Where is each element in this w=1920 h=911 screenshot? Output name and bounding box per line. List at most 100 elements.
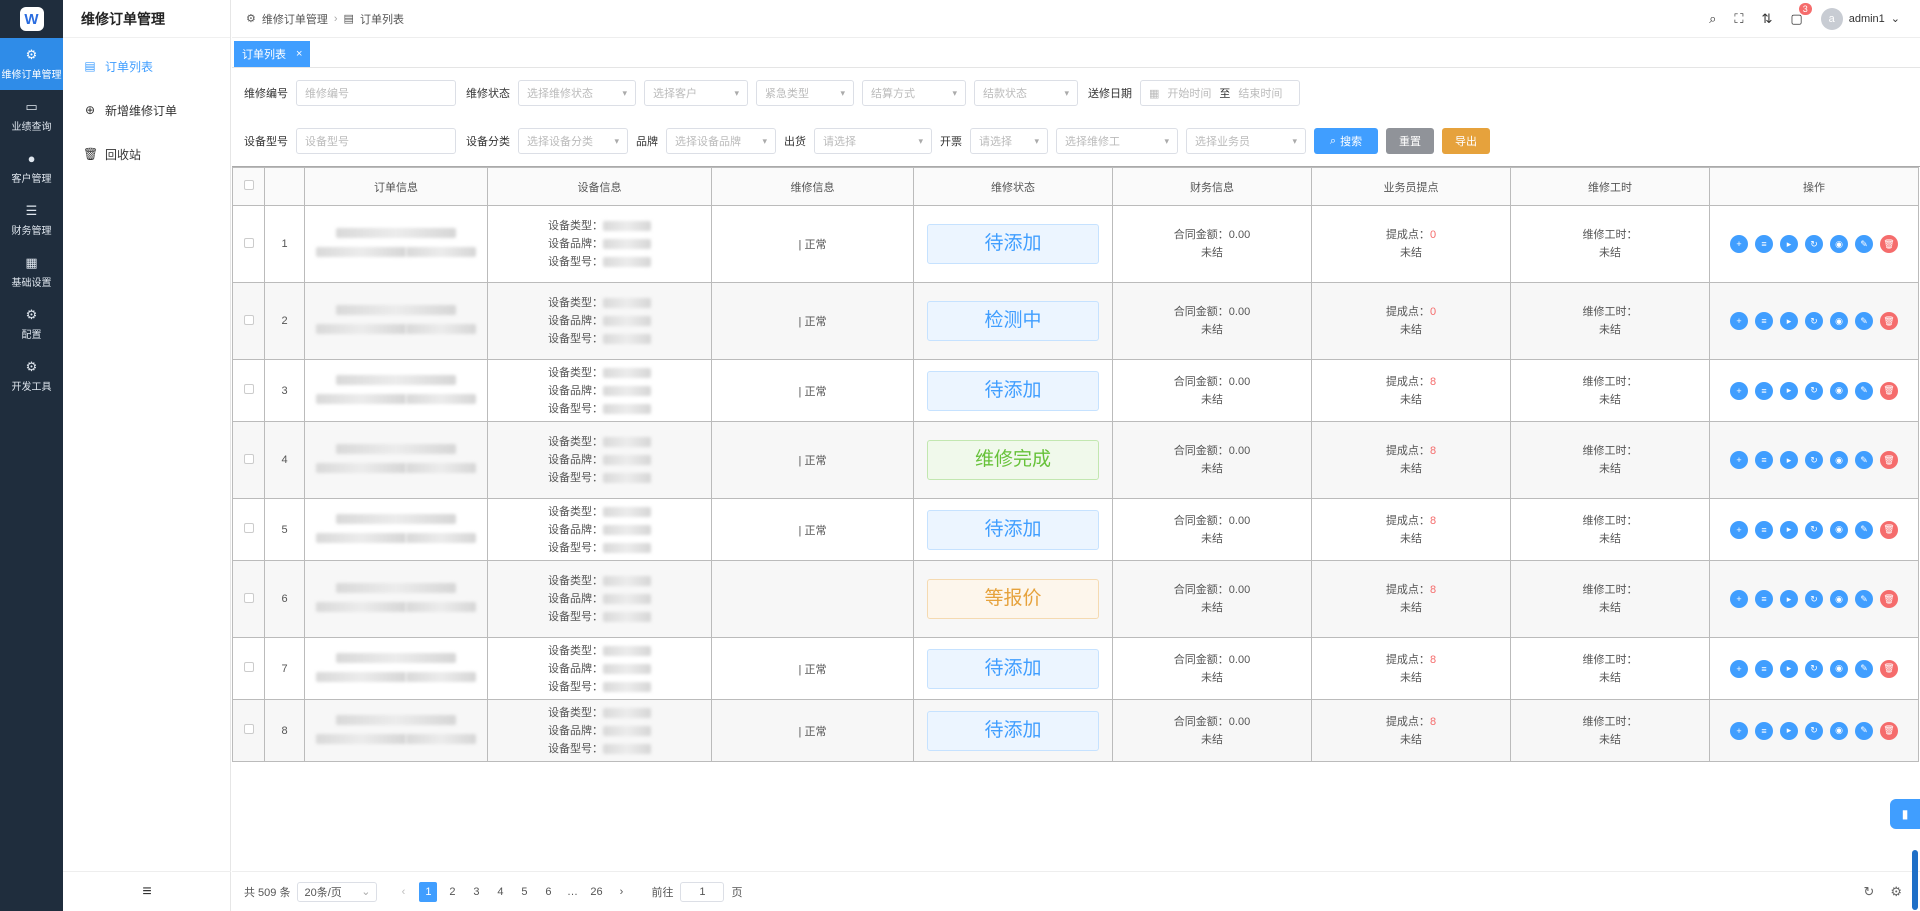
settle-method-select[interactable]: 结算方式 ▾ [862, 80, 966, 106]
eye-icon[interactable]: ◉ [1830, 451, 1848, 469]
date-range-picker[interactable]: ▦ 开始时间 至 结束时间 [1140, 80, 1300, 106]
table-row[interactable]: 7 设备类型： 设备品牌： 设备型号： | 正常 待添加 合同金额：0.00 未结 提成点：8 未… [232, 637, 1919, 700]
select-all-checkbox[interactable] [243, 180, 254, 190]
collapse-menu-icon[interactable]: ≡ [63, 871, 231, 911]
page-number[interactable]: 2 [443, 882, 461, 902]
status-select[interactable]: 选择维修状态 ▾ [518, 80, 636, 106]
salesman-select[interactable]: 选择业务员 ▾ [1186, 128, 1306, 154]
table-row[interactable]: 2 设备类型： 设备品牌： 设备型号： | 正常 检测中 合同金额：0.00 未结 提成点：0 未… [232, 282, 1919, 360]
table-row[interactable]: 5 设备类型： 设备品牌： 设备型号： | 正常 待添加 合同金额：0.00 未结 提成点：8 未… [232, 498, 1919, 561]
rail-item-6[interactable]: ⚙ 开发工具 [0, 350, 63, 402]
edit-icon[interactable]: ✎ [1855, 235, 1873, 253]
database-icon[interactable]: ≡ [1755, 312, 1773, 330]
refresh-icon[interactable]: ↻ [1805, 381, 1823, 400]
truck-icon[interactable]: ▸ [1780, 451, 1798, 469]
table-row[interactable]: 8 设备类型： 设备品牌： 设备型号： | 正常 待添加 合同金额：0.00 未结 提成点：8 未… [232, 699, 1919, 762]
truck-icon[interactable]: ▸ [1780, 235, 1798, 253]
add-icon[interactable]: + [1730, 590, 1748, 608]
refresh-icon[interactable]: ↻ [1805, 721, 1823, 740]
database-icon[interactable]: ≡ [1755, 721, 1773, 740]
row-checkbox[interactable] [243, 453, 254, 464]
database-icon[interactable]: ≡ [1755, 590, 1773, 608]
edit-icon[interactable]: ✎ [1855, 590, 1873, 608]
eye-icon[interactable]: ◉ [1830, 590, 1848, 608]
subnav-item-0[interactable]: ▤ 订单列表 [63, 44, 230, 88]
page-number[interactable]: 1 [419, 881, 438, 902]
eye-icon[interactable]: ◉ [1830, 721, 1848, 740]
search-button[interactable]: ⌕ 搜索 [1314, 128, 1378, 154]
breadcrumb-item-0[interactable]: 维修订单管理 [262, 11, 328, 27]
add-icon[interactable]: + [1730, 381, 1748, 400]
delete-icon[interactable]: 🗑 [1880, 721, 1898, 740]
customer-select[interactable]: 选择客户 ▾ [644, 80, 748, 106]
goto-page-input[interactable]: 1 [680, 881, 725, 902]
row-checkbox[interactable] [243, 384, 254, 394]
page-number[interactable]: 5 [515, 882, 533, 902]
database-icon[interactable]: ≡ [1755, 659, 1773, 678]
prev-page-icon[interactable]: ‹ [394, 882, 412, 902]
table-row[interactable]: 1 设备类型： 设备品牌： 设备型号： | 正常 待添加 合同金额：0.00 未结 提成点：0 未… [232, 205, 1919, 283]
order-no-input[interactable]: 维修编号 [296, 80, 456, 106]
delete-icon[interactable]: 🗑 [1880, 451, 1898, 469]
next-page-icon[interactable]: › [612, 882, 630, 902]
tab-order-list[interactable]: 订单列表 × [234, 41, 311, 67]
brand-select[interactable]: 选择设备品牌 ▾ [666, 128, 776, 154]
rail-item-4[interactable]: ▦ 基础设置 [0, 246, 63, 298]
fullscreen-icon[interactable]: ⛶ [1734, 11, 1743, 27]
table-row[interactable]: 4 设备类型： 设备品牌： 设备型号： | 正常 维修完成 合同金额：0.00 未结 提成点：8… [232, 421, 1919, 499]
search-icon[interactable]: ⌕ [1709, 11, 1716, 27]
category-select[interactable]: 选择设备分类 ▾ [518, 128, 628, 154]
add-icon[interactable]: + [1730, 721, 1748, 740]
table-row[interactable]: 3 设备类型： 设备品牌： 设备型号： | 正常 待添加 合同金额：0.00 未结 提成点：8 未… [232, 359, 1919, 422]
page-number[interactable]: 6 [539, 882, 557, 902]
delete-icon[interactable]: 🗑 [1880, 312, 1898, 330]
page-number[interactable]: 26 [587, 882, 605, 902]
subnav-item-1[interactable]: ⊕ 新增维修订单 [63, 88, 230, 132]
refresh-icon[interactable]: ↻ [1863, 884, 1874, 900]
row-checkbox[interactable] [243, 662, 254, 672]
truck-icon[interactable]: ▸ [1780, 381, 1798, 400]
database-icon[interactable]: ≡ [1755, 451, 1773, 469]
add-icon[interactable]: + [1730, 659, 1748, 678]
delete-icon[interactable]: 🗑 [1880, 235, 1898, 253]
rail-item-2[interactable]: ● 客户管理 [0, 142, 63, 194]
database-icon[interactable]: ≡ [1755, 520, 1773, 539]
rail-item-3[interactable]: ☰ 财务管理 [0, 194, 63, 246]
eye-icon[interactable]: ◉ [1830, 235, 1848, 253]
truck-icon[interactable]: ▸ [1780, 520, 1798, 539]
delete-icon[interactable]: 🗑 [1880, 381, 1898, 400]
truck-icon[interactable]: ▸ [1780, 659, 1798, 678]
user-menu[interactable]: a admin1 ⌄ [1820, 7, 1900, 30]
refresh-icon[interactable]: ↻ [1805, 235, 1823, 253]
subnav-item-2[interactable]: 🗑 回收站 [63, 132, 230, 176]
database-icon[interactable]: ≡ [1755, 381, 1773, 400]
table-row[interactable]: 6 设备类型： 设备品牌： 设备型号： 等报价 合同金额：0.00 未结 提成点：8 未结 维修工… [232, 560, 1919, 638]
truck-icon[interactable]: ▸ [1780, 590, 1798, 608]
database-icon[interactable]: ≡ [1755, 235, 1773, 253]
add-icon[interactable]: + [1730, 520, 1748, 539]
shipped-select[interactable]: 请选择 ▾ [814, 128, 932, 154]
font-size-icon[interactable]: ⇅ [1762, 11, 1773, 27]
settle-status-select[interactable]: 结款状态 ▾ [974, 80, 1078, 106]
row-checkbox[interactable] [243, 523, 254, 533]
edit-icon[interactable]: ✎ [1855, 312, 1873, 330]
invoice-select[interactable]: 请选择 ▾ [970, 128, 1048, 154]
delete-icon[interactable]: 🗑 [1880, 590, 1898, 608]
technician-select[interactable]: 选择维修工 ▾ [1056, 128, 1178, 154]
refresh-icon[interactable]: ↻ [1805, 590, 1823, 608]
row-checkbox[interactable] [243, 237, 254, 248]
eye-icon[interactable]: ◉ [1830, 520, 1848, 539]
floating-tool-button[interactable]: ▮ [1890, 799, 1920, 829]
export-button[interactable]: 导出 [1442, 128, 1490, 154]
tab-close-icon[interactable]: × [296, 48, 302, 60]
edit-icon[interactable]: ✎ [1855, 381, 1873, 400]
refresh-icon[interactable]: ↻ [1805, 520, 1823, 539]
page-number[interactable]: 3 [467, 882, 485, 902]
refresh-icon[interactable]: ↻ [1805, 659, 1823, 678]
message-icon[interactable]: ▢ 3 [1790, 2, 1812, 27]
urgency-select[interactable]: 紧急类型 ▾ [756, 80, 854, 106]
truck-icon[interactable]: ▸ [1780, 312, 1798, 330]
model-input[interactable]: 设备型号 [296, 128, 456, 154]
eye-icon[interactable]: ◉ [1830, 312, 1848, 330]
refresh-icon[interactable]: ↻ [1805, 451, 1823, 469]
